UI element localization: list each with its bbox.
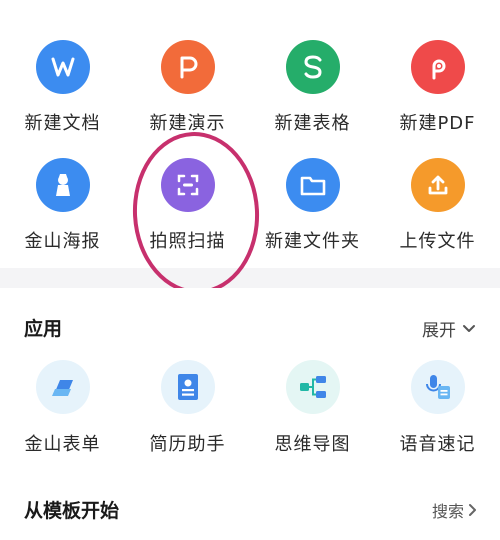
folder-icon (285, 158, 340, 212)
voice-note-icon (410, 360, 465, 414)
template-search-button[interactable]: 搜索 (432, 498, 478, 522)
app-label-mindmap: 思维导图 (274, 434, 351, 455)
resume-icon (160, 360, 215, 414)
new-spreadsheet-button[interactable]: 新建表格 (250, 40, 375, 135)
apps-panel: 应用 展开 金山表单 简历助手 思维导图 语音速记 从模板开始 搜索 (0, 288, 500, 540)
mindmap-icon (285, 360, 340, 414)
apps-section-title: 应用 (24, 318, 63, 340)
app-label-voice-note: 语音速记 (399, 434, 476, 455)
annotation-circle (128, 128, 264, 298)
new-folder-label: 新建文件夹 (265, 231, 360, 252)
app-item-resume[interactable]: 简历助手 (125, 360, 250, 456)
templates-section-title: 从模板开始 (24, 500, 120, 522)
upload-icon (410, 158, 465, 212)
new-document-button[interactable]: 新建文档 (0, 40, 125, 135)
sheet-s-icon (285, 40, 340, 94)
doc-w-icon (35, 40, 90, 94)
new-document-label: 新建文档 (24, 113, 101, 134)
app-item-form[interactable]: 金山表单 (0, 360, 125, 456)
new-pdf-label: 新建PDF (399, 113, 476, 134)
new-presentation-label: 新建演示 (149, 113, 226, 134)
chevron-down-icon (463, 324, 475, 332)
new-spreadsheet-label: 新建表格 (274, 113, 351, 134)
expand-button[interactable]: 展开 (422, 316, 476, 341)
kingsoft-poster-label: 金山海报 (24, 231, 101, 252)
new-pdf-button[interactable]: 新建PDF (375, 40, 500, 135)
template-search-label: 搜索 (431, 502, 464, 521)
upload-file-label: 上传文件 (399, 231, 476, 252)
expand-label: 展开 (422, 321, 456, 341)
pdf-icon (410, 40, 465, 94)
form-icon (35, 360, 90, 414)
new-folder-button[interactable]: 新建文件夹 (250, 158, 375, 253)
app-label-form: 金山表单 (24, 434, 101, 455)
app-item-voice-note[interactable]: 语音速记 (375, 360, 500, 456)
chevron-right-icon (469, 504, 476, 516)
poster-icon (35, 158, 90, 212)
upload-file-button[interactable]: 上传文件 (375, 158, 500, 253)
app-item-mindmap[interactable]: 思维导图 (250, 360, 375, 456)
kingsoft-poster-button[interactable]: 金山海报 (0, 158, 125, 253)
app-label-resume: 简历助手 (149, 434, 226, 455)
create-panel: 新建文档 新建演示 新建表格 新建PDF 金山海报 拍照扫描 新建文件夹 上传文… (0, 0, 500, 298)
new-presentation-button[interactable]: 新建演示 (125, 40, 250, 135)
ppt-p-icon (160, 40, 215, 94)
